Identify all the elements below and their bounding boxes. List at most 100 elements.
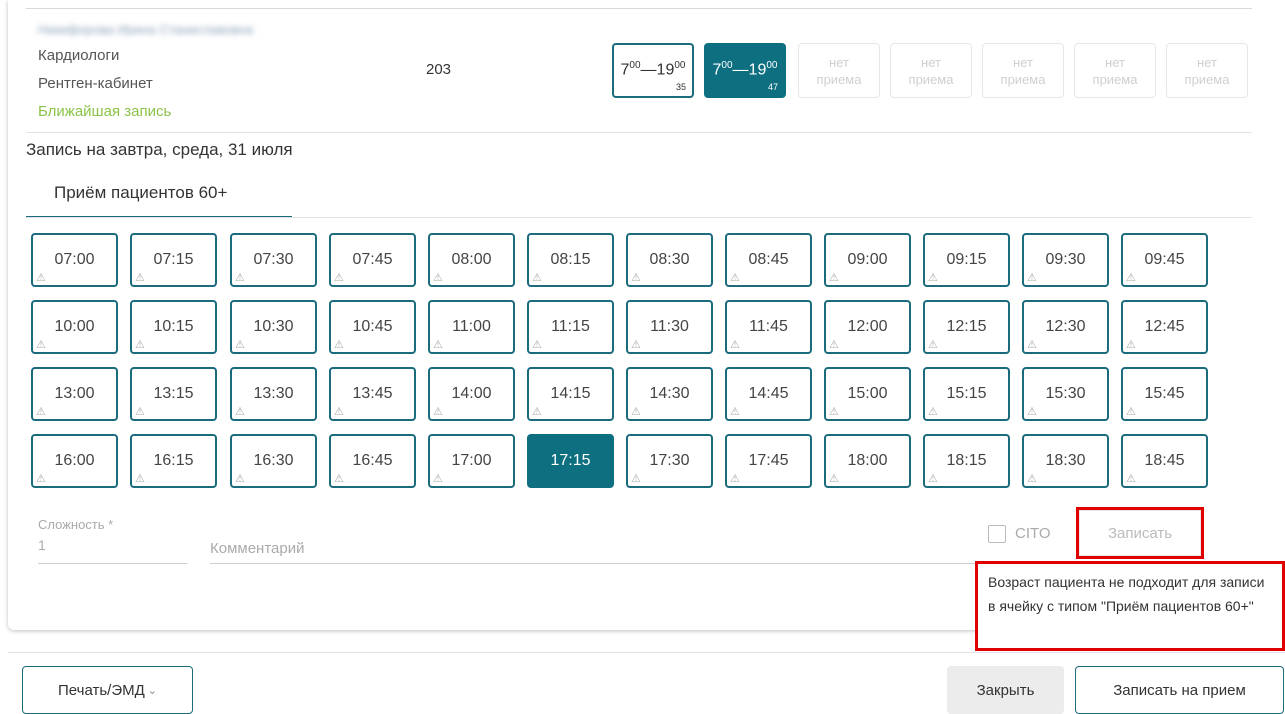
time-slot[interactable]: 15:30 ⚠ xyxy=(1022,367,1109,421)
time-slot-label: 08:15 xyxy=(550,251,591,268)
time-slot[interactable]: 07:30 ⚠ xyxy=(230,233,317,287)
warning-triangle-icon: ⚠ xyxy=(730,406,740,418)
time-slot[interactable]: 18:15 ⚠ xyxy=(923,434,1010,488)
time-slot[interactable]: 12:15 ⚠ xyxy=(923,300,1010,354)
time-slot-label: 18:45 xyxy=(1144,452,1185,469)
warning-triangle-icon: ⚠ xyxy=(334,272,344,284)
book-button-highlight: Записать xyxy=(1076,507,1204,559)
schedule-day[interactable]: 700—1900 47 xyxy=(704,43,786,98)
free-slots-count: 35 xyxy=(675,82,686,92)
time-slot[interactable]: 16:45 ⚠ xyxy=(329,434,416,488)
time-slot-label: 12:15 xyxy=(946,318,987,335)
time-slot[interactable]: 11:00 ⚠ xyxy=(428,300,515,354)
schedule-day-off: нет приема xyxy=(1074,43,1156,98)
time-slot[interactable]: 09:15 ⚠ xyxy=(923,233,1010,287)
time-slot-label: 11:45 xyxy=(749,318,788,335)
time-slot[interactable]: 17:15⚠ xyxy=(527,434,614,488)
time-slot[interactable]: 09:00 ⚠ xyxy=(824,233,911,287)
warning-triangle-icon: ⚠ xyxy=(1027,339,1037,351)
time-slot[interactable]: 08:45 ⚠ xyxy=(725,233,812,287)
time-slot[interactable]: 17:00 ⚠ xyxy=(428,434,515,488)
time-slot-label: 13:30 xyxy=(253,385,294,402)
divider xyxy=(26,8,1252,9)
time-slot[interactable]: 10:30 ⚠ xyxy=(230,300,317,354)
warning-triangle-icon: ⚠ xyxy=(1027,473,1037,485)
age-restriction-tooltip: Возраст пациента не подходит для записи … xyxy=(975,561,1285,651)
time-slot[interactable]: 17:45 ⚠ xyxy=(725,434,812,488)
time-slot-label: 17:30 xyxy=(649,452,690,469)
warning-triangle-icon: ⚠ xyxy=(1126,339,1136,351)
appoint-button[interactable]: Записать на прием xyxy=(1075,666,1284,714)
warning-triangle-icon: ⚠ xyxy=(1126,406,1136,418)
doctor-specialty: Кардиологи xyxy=(38,47,120,64)
time-slot-label: 11:15 xyxy=(551,318,590,335)
schedule-hours: 700—1900 xyxy=(712,59,778,79)
close-button[interactable]: Закрыть xyxy=(947,666,1064,714)
time-slot[interactable]: 18:30 ⚠ xyxy=(1022,434,1109,488)
warning-triangle-icon: ⚠ xyxy=(532,339,542,351)
schedule-day-off: нет приема xyxy=(1166,43,1248,98)
time-slot[interactable]: 10:15 ⚠ xyxy=(130,300,217,354)
warning-triangle-icon: ⚠ xyxy=(928,406,938,418)
time-slot[interactable]: 08:30 ⚠ xyxy=(626,233,713,287)
warning-triangle-icon: ⚠ xyxy=(36,339,46,351)
time-slot[interactable]: 09:30 ⚠ xyxy=(1022,233,1109,287)
time-slot[interactable]: 10:45 ⚠ xyxy=(329,300,416,354)
time-slot-label: 18:30 xyxy=(1045,452,1086,469)
time-slot[interactable]: 14:45 ⚠ xyxy=(725,367,812,421)
time-slot[interactable]: 07:15 ⚠ xyxy=(130,233,217,287)
time-slot[interactable]: 09:45 ⚠ xyxy=(1121,233,1208,287)
warning-triangle-icon: ⚠ xyxy=(433,473,443,485)
time-slot[interactable]: 15:15 ⚠ xyxy=(923,367,1010,421)
time-slot[interactable]: 10:00 ⚠ xyxy=(31,300,118,354)
time-slot[interactable]: 18:45 ⚠ xyxy=(1121,434,1208,488)
time-slot[interactable]: 07:45 ⚠ xyxy=(329,233,416,287)
time-slot[interactable]: 14:30 ⚠ xyxy=(626,367,713,421)
warning-triangle-icon: ⚠ xyxy=(1027,406,1037,418)
time-slot-label: 14:15 xyxy=(550,385,591,402)
schedule-day-off: нет приема xyxy=(798,43,880,98)
schedule-day[interactable]: 700—1900 35 xyxy=(612,43,694,98)
time-slot[interactable]: 12:30 ⚠ xyxy=(1022,300,1109,354)
time-slot[interactable]: 11:30 ⚠ xyxy=(626,300,713,354)
time-slot[interactable]: 15:00 ⚠ xyxy=(824,367,911,421)
time-slot[interactable]: 08:15 ⚠ xyxy=(527,233,614,287)
time-slot[interactable]: 15:45 ⚠ xyxy=(1121,367,1208,421)
time-slot[interactable]: 16:30 ⚠ xyxy=(230,434,317,488)
complexity-field[interactable]: 1 xyxy=(38,537,46,553)
warning-triangle-icon: ⚠ xyxy=(135,339,145,351)
time-slot[interactable]: 14:00 ⚠ xyxy=(428,367,515,421)
time-slot[interactable]: 07:00 ⚠ xyxy=(31,233,118,287)
warning-triangle-icon: ⚠ xyxy=(433,272,443,284)
tab-patients-60plus[interactable]: Приём пациентов 60+ xyxy=(26,176,292,218)
comment-field[interactable]: Комментарий xyxy=(210,540,304,557)
time-slot[interactable]: 11:15 ⚠ xyxy=(527,300,614,354)
time-slot[interactable]: 13:00 ⚠ xyxy=(31,367,118,421)
time-slot[interactable]: 12:45 ⚠ xyxy=(1121,300,1208,354)
time-slot[interactable]: 16:15 ⚠ xyxy=(130,434,217,488)
time-slot[interactable]: 12:00 ⚠ xyxy=(824,300,911,354)
warning-triangle-icon: ⚠ xyxy=(928,339,938,351)
nearest-appointment-link[interactable]: Ближайшая запись xyxy=(38,103,171,120)
time-slot-label: 14:30 xyxy=(649,385,690,402)
time-slot[interactable]: 18:00 ⚠ xyxy=(824,434,911,488)
warning-triangle-icon: ⚠ xyxy=(1126,272,1136,284)
warning-triangle-icon: ⚠ xyxy=(730,473,740,485)
time-slot-label: 08:30 xyxy=(649,251,690,268)
warning-triangle-icon: ⚠ xyxy=(334,406,344,418)
time-slot[interactable]: 13:15 ⚠ xyxy=(130,367,217,421)
time-slot[interactable]: 08:00 ⚠ xyxy=(428,233,515,287)
time-slot[interactable]: 14:15 ⚠ xyxy=(527,367,614,421)
time-slot-label: 13:45 xyxy=(352,385,393,402)
cito-checkbox[interactable] xyxy=(988,525,1006,543)
time-slot[interactable]: 13:45 ⚠ xyxy=(329,367,416,421)
time-slot-label: 12:45 xyxy=(1144,318,1185,335)
doctor-name: Никифорова Ирина Станиславовна xyxy=(38,22,253,37)
time-slot[interactable]: 17:30 ⚠ xyxy=(626,434,713,488)
time-slot[interactable]: 11:45 ⚠ xyxy=(725,300,812,354)
time-slot-label: 16:30 xyxy=(253,452,294,469)
time-slot[interactable]: 13:30 ⚠ xyxy=(230,367,317,421)
time-slot[interactable]: 16:00 ⚠ xyxy=(31,434,118,488)
book-button[interactable]: Записать xyxy=(1079,510,1201,556)
print-emd-button[interactable]: Печать/ЭМД ⌄ xyxy=(22,666,193,714)
